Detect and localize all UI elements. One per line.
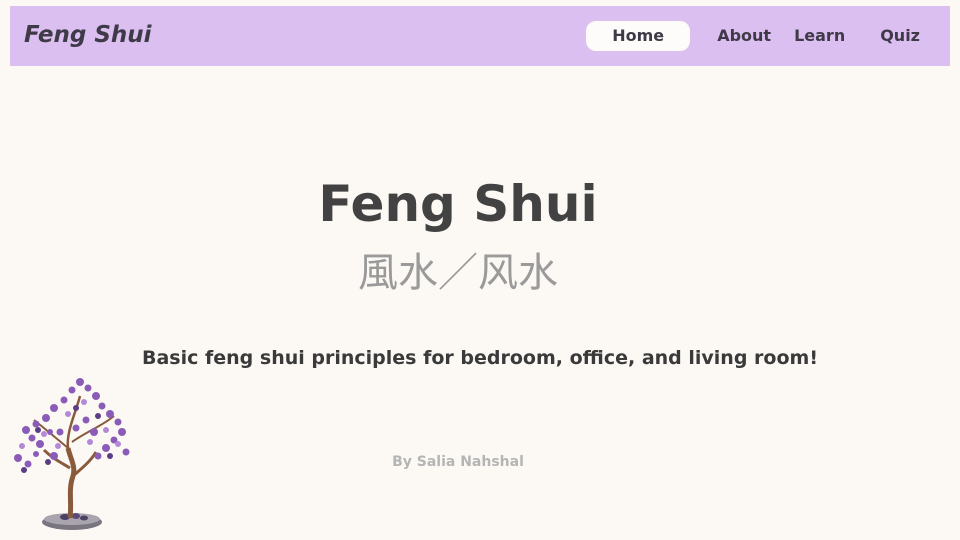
nav-quiz-link[interactable]: Quiz (880, 21, 920, 51)
nav-learn-link[interactable]: Learn (794, 21, 845, 51)
gemstone-tree-icon (14, 378, 130, 530)
nav-links: Home About Learn Quiz (586, 21, 920, 51)
nav-home-link[interactable]: Home (586, 21, 691, 51)
site-brand[interactable]: Feng Shui (24, 20, 152, 50)
page-title: Feng Shui (318, 175, 598, 233)
top-navbar: Feng Shui Home About Learn Quiz (10, 6, 950, 66)
tagline: Basic feng shui principles for bedroom, … (142, 347, 818, 369)
chinese-subtitle: 風水／风水 (358, 250, 558, 296)
nav-about-link[interactable]: About (717, 21, 771, 51)
